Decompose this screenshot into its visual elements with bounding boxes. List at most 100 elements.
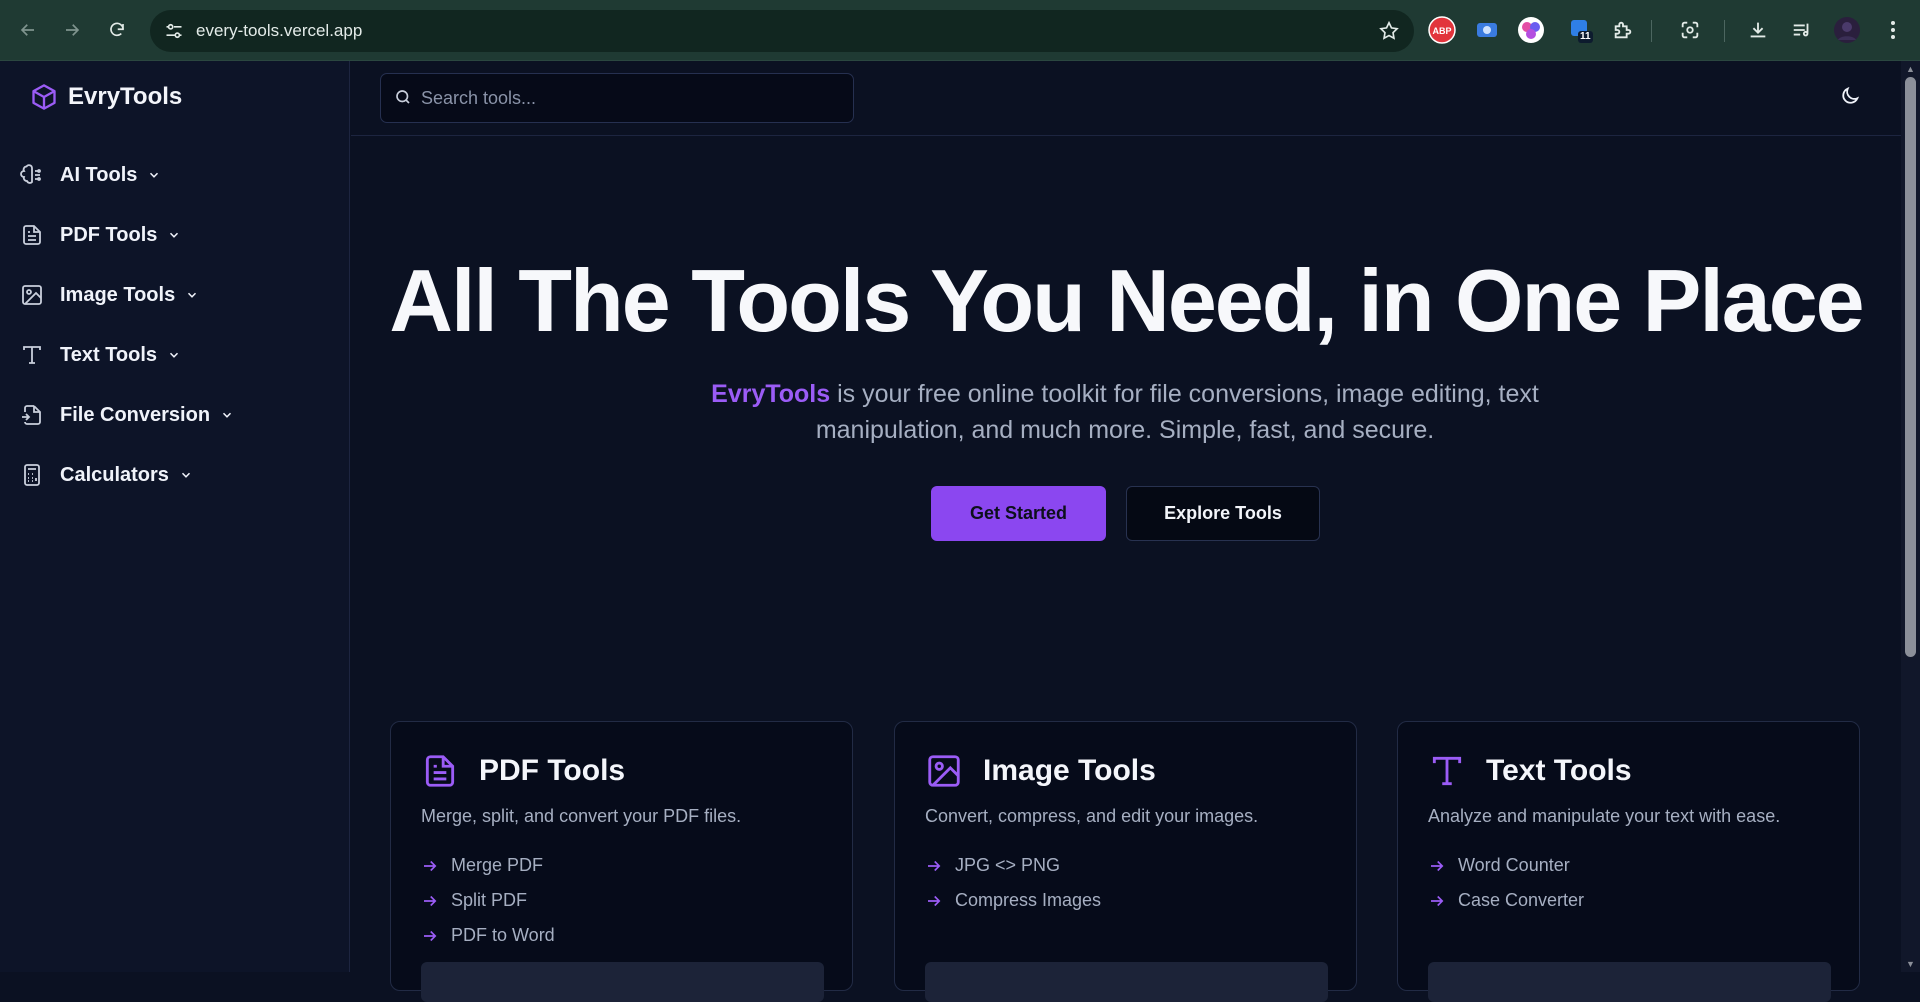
card-tool-label: Word Counter bbox=[1458, 855, 1570, 875]
search-input[interactable]: Search tools... bbox=[380, 73, 854, 123]
arrow-right-icon bbox=[1428, 892, 1446, 910]
url-text: every-tools.vercel.app bbox=[196, 21, 363, 40]
notifications-extension-icon[interactable]: 11 bbox=[1566, 15, 1596, 45]
brain-icon bbox=[20, 163, 44, 187]
sidebar-item-text-tools[interactable]: Text Tools bbox=[0, 325, 350, 385]
card-tool-link[interactable]: Compress Images bbox=[925, 883, 1101, 918]
arrow-right-icon bbox=[421, 857, 439, 875]
chevron-down-icon bbox=[147, 168, 161, 182]
brand-name: EvryTools bbox=[68, 83, 183, 110]
chevron-down-icon bbox=[167, 228, 181, 242]
forward-button[interactable] bbox=[58, 16, 86, 44]
file-text-icon bbox=[20, 223, 44, 247]
sidebar-item-file-conversion[interactable]: File Conversion bbox=[0, 385, 350, 445]
sidebar-item-label: Text Tools bbox=[60, 343, 158, 366]
scroll-down-arrow[interactable]: ▼ bbox=[1905, 959, 1916, 969]
type-icon bbox=[1432, 756, 1462, 786]
card-tool-label: Merge PDF bbox=[451, 855, 544, 875]
card-tool-link[interactable]: Merge PDF bbox=[421, 848, 555, 883]
sidebar-item-calculators[interactable]: Calculators bbox=[0, 445, 350, 505]
browser-toolbar: every-tools.vercel.app ABP 11 bbox=[0, 0, 1920, 61]
type-icon bbox=[20, 343, 44, 367]
card-tool-label: JPG <> PNG bbox=[955, 855, 1061, 875]
arrow-right-icon bbox=[925, 892, 943, 910]
arrow-right-icon bbox=[421, 892, 439, 910]
get-started-button[interactable]: Get Started bbox=[931, 486, 1106, 541]
card-title: PDF Tools bbox=[479, 754, 626, 787]
reload-icon bbox=[110, 22, 124, 37]
brand-logo[interactable]: EvryTools bbox=[30, 83, 182, 111]
card-tool-link[interactable]: Case Converter bbox=[1428, 883, 1584, 918]
brain-extension-icon[interactable] bbox=[1516, 15, 1546, 45]
card-image-tools: Image Tools Convert, compress, and edit … bbox=[894, 721, 1357, 1002]
google-lens-icon[interactable] bbox=[1675, 15, 1705, 45]
site-info-icon[interactable] bbox=[164, 21, 184, 46]
file-text-icon bbox=[425, 755, 455, 787]
theme-toggle-button[interactable] bbox=[1839, 85, 1861, 112]
card-header: Text Tools bbox=[1428, 752, 1632, 790]
card-title: Image Tools bbox=[983, 754, 1156, 787]
card-tool-link[interactable]: JPG <> PNG bbox=[925, 848, 1101, 883]
screen-capture-extension-icon[interactable] bbox=[1472, 15, 1502, 45]
profile-avatar[interactable] bbox=[1832, 15, 1862, 45]
bookmark-star-icon[interactable] bbox=[1378, 20, 1400, 47]
card-tool-link[interactable]: PDF to Word bbox=[421, 918, 555, 953]
card-description: Analyze and manipulate your text with ea… bbox=[1428, 806, 1781, 826]
arrow-right-icon bbox=[1428, 857, 1446, 875]
card-text-tools: Text Tools Analyze and manipulate your t… bbox=[1397, 721, 1860, 1002]
card-description: Merge, split, and convert your PDF files… bbox=[421, 806, 742, 826]
sidebar-item-pdf-tools[interactable]: PDF Tools bbox=[0, 205, 350, 265]
toolbar-divider bbox=[1724, 20, 1725, 42]
card-description: Convert, compress, and edit your images. bbox=[925, 806, 1259, 826]
reload-button[interactable] bbox=[103, 16, 131, 44]
address-bar[interactable]: every-tools.vercel.app bbox=[150, 10, 1414, 52]
card-tool-list: JPG <> PNG Compress Images bbox=[925, 848, 1101, 918]
scrollbar-thumb[interactable] bbox=[1905, 77, 1916, 657]
card-action-button[interactable] bbox=[925, 962, 1328, 1002]
sidebar-item-image-tools[interactable]: Image Tools bbox=[0, 265, 350, 325]
explore-tools-button[interactable]: Explore Tools bbox=[1126, 486, 1320, 541]
sidebar-item-ai-tools[interactable]: AI Tools bbox=[0, 145, 350, 205]
back-button[interactable] bbox=[14, 16, 42, 44]
card-title: Text Tools bbox=[1486, 754, 1632, 787]
arrow-right-icon bbox=[66, 24, 80, 36]
card-header: PDF Tools bbox=[421, 752, 625, 790]
sidebar-item-label: PDF Tools bbox=[60, 223, 158, 246]
more-vertical-icon[interactable] bbox=[1878, 15, 1908, 45]
calculator-icon bbox=[20, 463, 44, 487]
arrow-left-icon bbox=[20, 24, 34, 36]
card-header: Image Tools bbox=[925, 752, 1156, 790]
arrow-right-icon bbox=[925, 857, 943, 875]
card-tool-link[interactable]: Split PDF bbox=[421, 883, 555, 918]
image-icon bbox=[928, 755, 960, 787]
card-action-button[interactable] bbox=[421, 962, 824, 1002]
adblock-icon[interactable]: ABP bbox=[1427, 15, 1457, 45]
svg-text:ABP: ABP bbox=[1432, 26, 1451, 36]
card-tool-label: Compress Images bbox=[955, 890, 1102, 910]
image-icon bbox=[20, 283, 44, 307]
arrow-right-icon bbox=[421, 927, 439, 945]
download-icon[interactable] bbox=[1743, 15, 1773, 45]
sidebar-item-label: File Conversion bbox=[60, 403, 211, 426]
card-tool-label: Case Converter bbox=[1458, 890, 1585, 910]
media-queue-icon[interactable] bbox=[1787, 15, 1817, 45]
card-tool-list: Word Counter Case Converter bbox=[1428, 848, 1584, 918]
sidebar: EvryTools AI Tools PDF Tools Image Tools… bbox=[0, 61, 350, 972]
scroll-up-arrow[interactable]: ▲ bbox=[1905, 64, 1916, 74]
sidebar-item-label: AI Tools bbox=[60, 163, 138, 186]
search-placeholder: Search tools... bbox=[421, 87, 537, 108]
page-scrollbar[interactable]: ▲ ▼ bbox=[1901, 61, 1920, 972]
card-action-button[interactable] bbox=[1428, 962, 1831, 1002]
hero-subtitle-text: is your free online toolkit for file con… bbox=[815, 380, 1539, 444]
toolbar-divider bbox=[1651, 20, 1652, 42]
card-tool-label: Split PDF bbox=[451, 890, 528, 910]
hero-brand-highlight: EvryTools bbox=[711, 380, 831, 408]
top-bar: Search tools... bbox=[351, 61, 1901, 136]
chevron-down-icon bbox=[179, 468, 193, 482]
extensions-puzzle-icon[interactable] bbox=[1608, 15, 1638, 45]
card-tool-link[interactable]: Word Counter bbox=[1428, 848, 1584, 883]
cube-icon bbox=[32, 84, 56, 110]
chevron-down-icon bbox=[220, 408, 234, 422]
file-convert-icon bbox=[20, 403, 44, 427]
sidebar-nav: AI Tools PDF Tools Image Tools Text Tool… bbox=[0, 145, 350, 505]
